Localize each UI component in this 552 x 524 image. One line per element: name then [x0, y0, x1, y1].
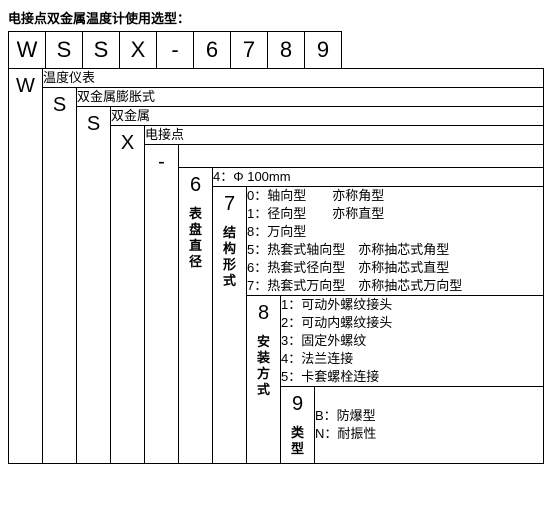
pos8-opt-3: 3：固定外螺纹	[281, 332, 543, 350]
pos1-desc: 温度仪表	[43, 69, 544, 88]
pos8-category: 安装方式	[247, 330, 280, 404]
code-cell-2: S	[46, 32, 83, 69]
pos7-opt-0: 0：轴向型 亦称角型	[247, 187, 543, 205]
pos7-opt-1: 1：径向型 亦称直型	[247, 205, 543, 223]
code-cell-5: -	[157, 32, 194, 69]
pos2-code: S	[43, 88, 77, 464]
pos7-cell: 7 结构形式	[213, 187, 247, 464]
code-cell-6: 6	[194, 32, 231, 69]
pos1-code: W	[9, 69, 43, 464]
pos9-desc: B：防爆型 N：耐振性	[315, 387, 544, 464]
pos5-code: -	[145, 145, 179, 464]
code-cell-3: S	[83, 32, 120, 69]
pos7-code: 7	[213, 187, 246, 221]
pos5-desc	[179, 145, 544, 168]
code-cell-8: 8	[268, 32, 305, 69]
code-cell-1: W	[9, 32, 46, 69]
breakdown-table: W 温度仪表 S 双金属膨胀式 S 双金属 X 电接点 - 6 表盘直径 4：Φ…	[8, 68, 544, 464]
pos7-opt-8: 8：万向型	[247, 223, 543, 241]
pos6-cell: 6 表盘直径	[179, 168, 213, 464]
table-row: S 双金属	[9, 107, 544, 126]
pos9-code: 9	[281, 387, 314, 421]
model-code-grid: W S S X - 6 7 8 9	[8, 31, 342, 69]
table-row: S 双金属膨胀式	[9, 88, 544, 107]
pos8-code: 8	[247, 296, 280, 330]
pos9-cell: 9 类型	[281, 387, 315, 464]
pos7-category: 结构形式	[213, 221, 246, 295]
pos7-opt-5: 5：热套式轴向型 亦称抽芯式角型	[247, 241, 543, 259]
pos4-desc: 电接点	[145, 126, 544, 145]
pos7-opt-7: 7：热套式万向型 亦称抽芯式万向型	[247, 277, 543, 295]
pos6-category: 表盘直径	[179, 202, 212, 276]
pos9-opt-b: B：防爆型	[315, 407, 543, 425]
pos6-code: 6	[179, 168, 212, 202]
pos8-opt-5: 5：卡套螺栓连接	[281, 368, 543, 386]
pos2-desc: 双金属膨胀式	[77, 88, 544, 107]
pos7-opt-6: 6：热套式径向型 亦称抽芯式直型	[247, 259, 543, 277]
pos8-cell: 8 安装方式	[247, 296, 281, 464]
pos8-desc: 1：可动外螺纹接头 2：可动内螺纹接头 3：固定外螺纹 4：法兰连接 5：卡套螺…	[281, 296, 544, 387]
pos4-code: X	[111, 126, 145, 464]
table-row: W 温度仪表	[9, 69, 544, 88]
pos9-category: 类型	[281, 421, 314, 463]
pos3-desc: 双金属	[111, 107, 544, 126]
pos9-opt-n: N：耐振性	[315, 425, 543, 443]
pos7-desc: 0：轴向型 亦称角型 1：径向型 亦称直型 8：万向型 5：热套式轴向型 亦称抽…	[247, 187, 544, 296]
pos8-opt-1: 1：可动外螺纹接头	[281, 296, 543, 314]
code-cell-9: 9	[305, 32, 342, 69]
pos8-opt-2: 2：可动内螺纹接头	[281, 314, 543, 332]
code-cell-7: 7	[231, 32, 268, 69]
page-title: 电接点双金属温度计使用选型：	[8, 8, 544, 27]
pos8-opt-4: 4：法兰连接	[281, 350, 543, 368]
pos6-desc: 4：Φ 100mm	[213, 168, 544, 187]
code-cell-4: X	[120, 32, 157, 69]
pos3-code: S	[77, 107, 111, 464]
